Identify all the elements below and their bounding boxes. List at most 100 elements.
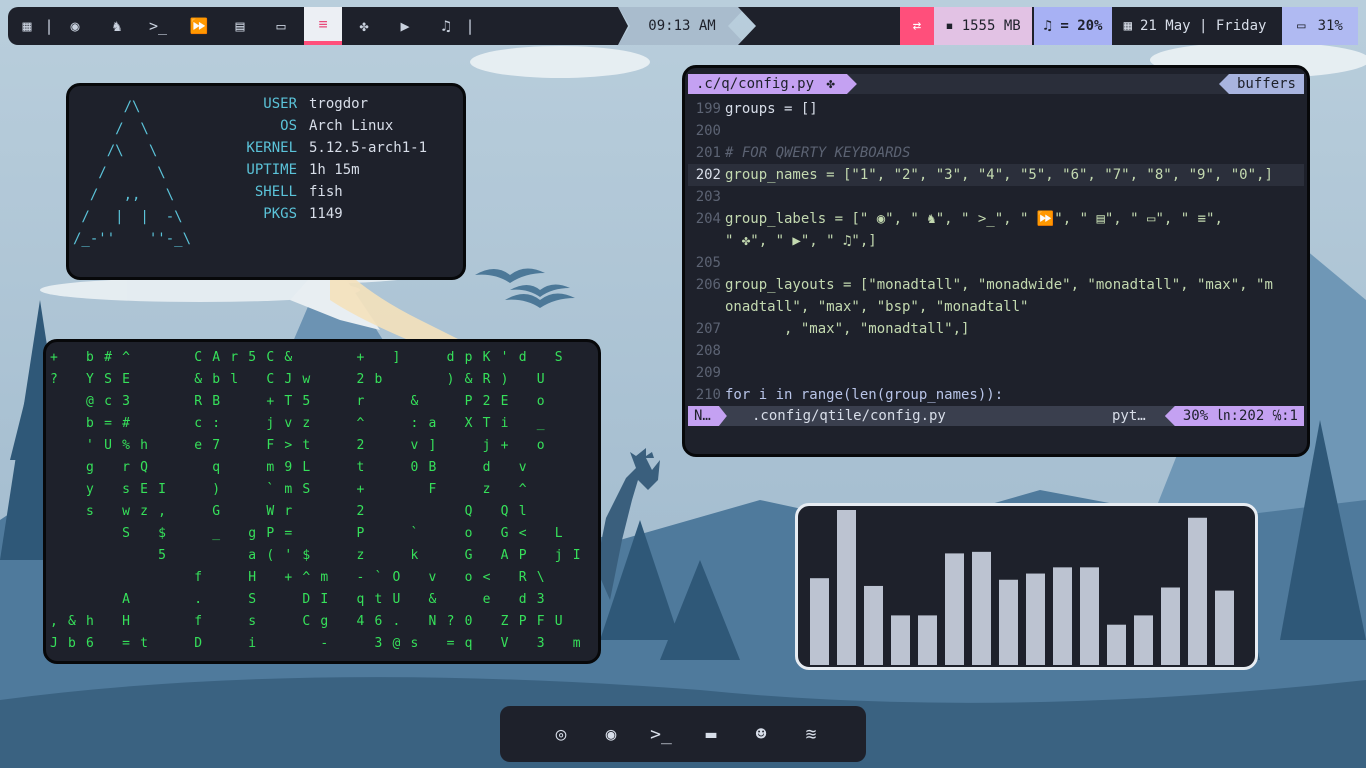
code-line-wrap[interactable]: " ✤", " ▶", " ♫",] bbox=[688, 230, 1304, 252]
visualizer-bar bbox=[891, 615, 910, 665]
line-text: for i in range(len(group_names)): bbox=[725, 387, 1004, 403]
date-text: 21 May | Friday bbox=[1140, 18, 1267, 34]
top-bar-right: ⇄ ▪ 1555 MB ♫ = 20% ▦ 21 May | Friday ▭ … bbox=[738, 7, 1358, 45]
line-text: group_layouts = ["monadtall", "monadwide… bbox=[725, 277, 1273, 293]
visualizer-bar bbox=[1161, 587, 1180, 665]
spotify-icon[interactable]: ≋ bbox=[793, 716, 829, 752]
statusline: N… .config/qtile/config.py pyt… 30% ㏑:20… bbox=[688, 406, 1304, 426]
code-line-206[interactable]: 206 group_layouts = ["monadtall", "monadw… bbox=[688, 274, 1304, 296]
code-line-209[interactable]: 209 bbox=[688, 362, 1304, 384]
updates-icon[interactable]: ⇄ bbox=[900, 7, 934, 45]
neovim-editor[interactable]: .c/q/config.py ✤ buffers 199 groups = [] 2… bbox=[682, 65, 1310, 457]
chrome-icon[interactable]: ◎ bbox=[543, 716, 579, 752]
info-value: 5.12.5-arch1-1 bbox=[309, 140, 428, 156]
code-line-202[interactable]: 202 group_names = ["1", "2", "3", "4", "5… bbox=[688, 164, 1304, 186]
code-line-201[interactable]: 201 # FOR QWERTY KEYBOARDS bbox=[688, 142, 1304, 164]
code-line-207[interactable]: 207 , "max", "monadtall",] bbox=[688, 318, 1304, 340]
line-text: group_names = ["1", "2", "3", "4", "5", … bbox=[725, 167, 1273, 183]
discord-icon[interactable]: ☻ bbox=[743, 716, 779, 752]
visualizer-bars bbox=[810, 510, 1234, 665]
workspace-video-icon[interactable]: ▶ bbox=[386, 7, 424, 45]
visualizer-bar bbox=[1215, 590, 1234, 665]
info-row-uptime: UPTIME 1h 15m bbox=[199, 162, 459, 184]
matrix-row: A . S DI qtU & e d3 bbox=[50, 592, 555, 607]
workspace-python-icon[interactable]: ✤ bbox=[345, 7, 383, 45]
tab-config-py[interactable]: .c/q/config.py ✤ bbox=[688, 74, 857, 94]
workspace-document-icon[interactable]: ▤ bbox=[221, 7, 259, 45]
buffers-label: buffers bbox=[1218, 74, 1304, 94]
info-value: 1149 bbox=[309, 206, 343, 222]
code-line-203[interactable]: 203 bbox=[688, 186, 1304, 208]
workspace-terminal-icon[interactable]: >_ bbox=[139, 7, 177, 45]
calendar-icon: ▦ bbox=[1123, 18, 1132, 34]
memory-widget: ▪ 1555 MB bbox=[934, 7, 1032, 45]
workspace-ghost-icon[interactable]: ♞ bbox=[98, 7, 136, 45]
line-number: 207 bbox=[695, 321, 721, 337]
visualizer-bar bbox=[837, 510, 856, 665]
matrix-row: f H +^m -`O v o< R\ bbox=[50, 570, 555, 585]
neofetch-terminal[interactable]: /\ / \ /\ \ / \ / ,, \ / | | -\ /_-'' ''… bbox=[66, 83, 466, 280]
top-bar-left: ▦ | ◉ ♞ >_ ⏩ ▤ ▭ ≡ ✤ ▶ ♫ | bbox=[8, 7, 628, 45]
info-value: trogdor bbox=[309, 96, 369, 112]
visualizer-bar bbox=[918, 615, 937, 665]
line-number: 206 bbox=[695, 277, 721, 293]
line-text: onadtall", "max", "bsp", "monadtall" bbox=[725, 299, 1029, 315]
workspace-firefox-icon[interactable]: ◉ bbox=[56, 7, 94, 45]
visualizer-bar bbox=[1053, 567, 1072, 665]
info-key: KERNEL bbox=[246, 140, 297, 156]
matrix-row: g rQ q m9L t 0B d v bbox=[50, 460, 537, 475]
workspace-folder-open-icon[interactable]: ▭ bbox=[262, 7, 300, 45]
matrix-row: b=# c: jvz ^ :a XTi _ bbox=[50, 416, 555, 431]
clock: 09:13 AM bbox=[618, 7, 746, 45]
battery-icon: ▭ bbox=[1297, 18, 1306, 34]
visualizer-bar bbox=[972, 551, 991, 665]
matrix-row: 5 a('$ z k G AP jI bbox=[50, 548, 591, 563]
audio-visualizer[interactable] bbox=[795, 503, 1258, 670]
line-number: 204 bbox=[695, 211, 721, 227]
clock-text: 09:13 AM bbox=[648, 18, 716, 34]
workspace-sliders-icon[interactable]: ≡ bbox=[304, 7, 342, 45]
visualizer-bar bbox=[1026, 573, 1045, 665]
visualizer-bar bbox=[999, 579, 1018, 665]
file-path: .config/qtile/config.py bbox=[752, 408, 946, 424]
visualizer-bar bbox=[945, 553, 964, 665]
line-number: 199 bbox=[695, 101, 721, 117]
matrix-row: 'U%h e7 F>t 2 v] j+ o bbox=[50, 438, 555, 453]
workspace-music-icon[interactable]: ♫ bbox=[427, 7, 465, 45]
line-number: 205 bbox=[695, 255, 721, 271]
firefox-icon[interactable]: ◉ bbox=[593, 716, 629, 752]
code-line-204[interactable]: 204 group_labels = [" ◉", " ♞", " >_", " … bbox=[688, 208, 1304, 230]
line-text: , "max", "monadtall",] bbox=[725, 321, 970, 337]
line-number: 203 bbox=[695, 189, 721, 205]
terminal-icon[interactable]: >_ bbox=[643, 716, 679, 752]
info-row-user: USER trogdor bbox=[199, 96, 459, 118]
visualizer-bar bbox=[1080, 567, 1099, 665]
info-key: OS bbox=[280, 118, 297, 134]
code-line-200[interactable]: 200 bbox=[688, 120, 1304, 142]
info-value: 1h 15m bbox=[309, 162, 360, 178]
code-line-208[interactable]: 208 bbox=[688, 340, 1304, 362]
code-line-205[interactable]: 205 bbox=[688, 252, 1304, 274]
visualizer-bar bbox=[1188, 517, 1207, 665]
line-number: 209 bbox=[695, 365, 721, 381]
bar-separator: | bbox=[465, 17, 475, 35]
code-line-210[interactable]: 210 for i in range(len(group_names)): bbox=[688, 384, 1304, 406]
info-value: Arch Linux bbox=[309, 118, 394, 134]
line-number: 208 bbox=[695, 343, 721, 359]
cmatrix-terminal[interactable]: + b#^ CAr5C& + ] dpK'd S ? YSE &bl CJw 2b… bbox=[43, 339, 601, 664]
date-widget: ▦ 21 May | Friday bbox=[1116, 7, 1274, 45]
mode-indicator: N… bbox=[688, 406, 727, 426]
code-line-wrap[interactable]: onadtall", "max", "bsp", "monadtall" bbox=[688, 296, 1304, 318]
code-line-199[interactable]: 199 groups = [] bbox=[688, 98, 1304, 120]
matrix-row: @c3 RB +T5 r & P2E o bbox=[50, 394, 555, 409]
workspace-fast-forward-icon[interactable]: ⏩ bbox=[180, 7, 218, 45]
workspace-layout-icon[interactable]: ▦ bbox=[8, 7, 46, 45]
folder-icon[interactable]: ▬ bbox=[693, 716, 729, 752]
line-text: " ✤", " ▶", " ♫",] bbox=[725, 233, 877, 249]
matrix-row: s wz, G Wr 2 Q Ql bbox=[50, 504, 537, 519]
visualizer-bar bbox=[810, 578, 829, 665]
line-number: 202 bbox=[695, 167, 721, 183]
buffers-text: buffers bbox=[1236, 76, 1296, 92]
memory-text: 1555 MB bbox=[961, 18, 1021, 34]
volume-widget[interactable]: ♫ = 20% bbox=[1034, 7, 1112, 45]
